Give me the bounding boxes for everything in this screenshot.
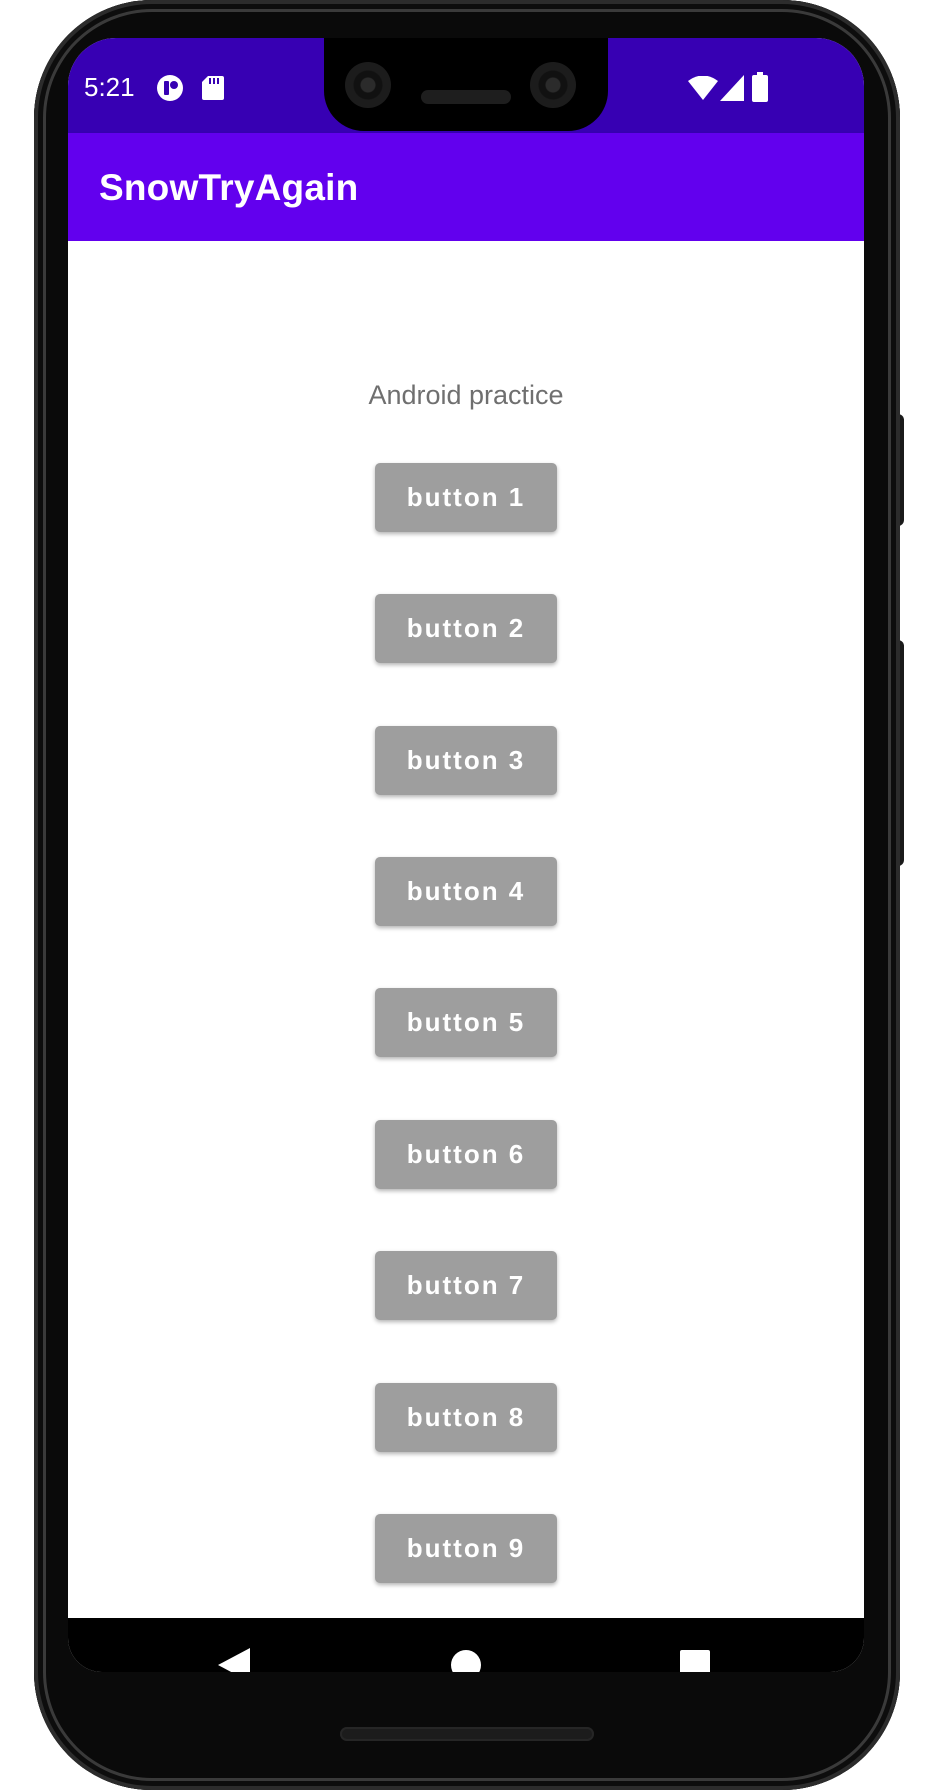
- battery-icon: [752, 72, 768, 102]
- recents-icon[interactable]: [680, 1650, 710, 1672]
- cellular-signal-icon: [720, 75, 744, 101]
- home-icon[interactable]: [451, 1650, 481, 1672]
- status-time: 5:21: [84, 72, 135, 102]
- button-9[interactable]: button 9: [375, 1514, 557, 1583]
- hardware-speaker-grille: [340, 1727, 594, 1741]
- app-notification-icon: [157, 75, 183, 101]
- button-5[interactable]: button 5: [375, 988, 557, 1057]
- heading-text: Android practice: [368, 380, 564, 410]
- app-bar: SnowTryAgain: [68, 133, 864, 241]
- emulator-frame: 5:21 SnowTryAgain Android practice butto…: [0, 0, 928, 1790]
- earpiece-speaker: [421, 90, 511, 104]
- navigation-bar: [68, 1618, 864, 1672]
- button-8[interactable]: button 8: [375, 1383, 557, 1452]
- button-3[interactable]: button 3: [375, 726, 557, 795]
- status-bar: 5:21: [68, 38, 864, 133]
- wifi-icon: [688, 76, 718, 100]
- button-1[interactable]: button 1: [375, 463, 557, 532]
- button-2[interactable]: button 2: [375, 594, 557, 663]
- button-7[interactable]: button 7: [375, 1251, 557, 1320]
- button-6[interactable]: button 6: [375, 1120, 557, 1189]
- camera-notch: [324, 38, 608, 131]
- button-4[interactable]: button 4: [375, 857, 557, 926]
- front-camera-left: [345, 62, 391, 108]
- back-icon[interactable]: [218, 1648, 250, 1672]
- main-content: Android practice button 1 button 2 butto…: [68, 241, 864, 1618]
- app-title: SnowTryAgain: [99, 167, 359, 208]
- device-screen: 5:21 SnowTryAgain Android practice butto…: [68, 38, 864, 1672]
- front-camera-right: [530, 62, 576, 108]
- sd-card-icon: [202, 76, 224, 100]
